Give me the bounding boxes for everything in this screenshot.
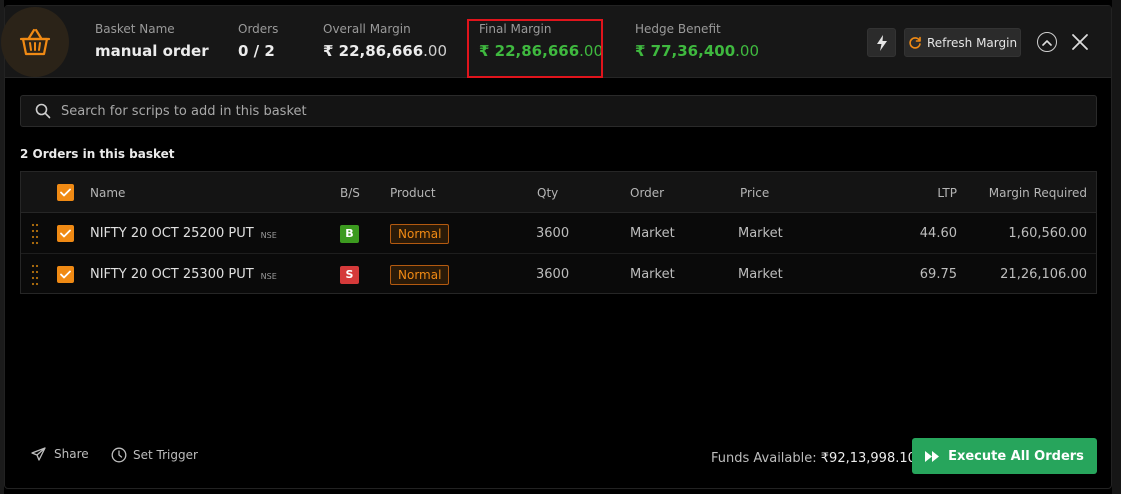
overall-margin-int: 22,86,666: [338, 42, 424, 60]
exchange-label: NSE: [260, 230, 277, 240]
set-trigger-button[interactable]: Set Trigger: [111, 447, 198, 463]
row-margin-required: 21,26,106.00: [1000, 267, 1087, 282]
overall-margin-group: Overall Margin ₹ 22,86,666.00: [323, 22, 447, 60]
hedge-benefit-value: ₹ 77,36,400.00: [635, 42, 759, 60]
share-icon: [31, 447, 46, 461]
row-product-cell[interactable]: Normal: [390, 254, 450, 295]
hedge-benefit-dec: .00: [735, 42, 759, 60]
funds-value: 92,13,998.10: [829, 451, 916, 466]
quick-execute-button[interactable]: [867, 28, 896, 57]
basket-name-value: manual order: [95, 42, 209, 60]
play-forward-icon: [925, 450, 940, 462]
background-edge-right: [1112, 0, 1121, 494]
scrip-search-box[interactable]: [20, 95, 1097, 127]
orders-group: Orders 0 / 2: [238, 22, 278, 60]
share-label: Share: [54, 447, 89, 461]
clock-icon: [111, 447, 127, 463]
overall-margin-dec: .00: [423, 42, 447, 60]
checkbox-icon: [57, 184, 74, 201]
basket-name-group: Basket Name manual order: [95, 22, 209, 60]
search-icon: [35, 103, 51, 119]
checkbox-icon: [57, 225, 74, 242]
funds-label: Funds Available:: [711, 451, 817, 466]
basket-name-label: Basket Name: [95, 22, 175, 36]
scrip-name: NIFTY 20 OCT 25300 PUT: [90, 267, 254, 282]
row-product-cell[interactable]: Normal: [390, 213, 450, 254]
execute-all-orders-button[interactable]: Execute All Orders: [912, 438, 1097, 474]
col-margin-required[interactable]: Margin Required: [957, 172, 1087, 213]
col-name[interactable]: Name: [90, 172, 125, 213]
row-bs-cell[interactable]: S: [340, 254, 359, 295]
col-ltp[interactable]: LTP: [876, 172, 957, 213]
col-order[interactable]: Order: [630, 172, 664, 213]
row-order-type[interactable]: Market: [630, 213, 675, 254]
share-button[interactable]: Share: [31, 447, 89, 461]
overall-margin-label: Overall Margin: [323, 22, 411, 36]
row-qty[interactable]: 3600: [536, 254, 569, 295]
collapse-up-icon: [1042, 39, 1052, 46]
row-name-cell: NIFTY 20 OCT 25200 PUT NSE: [90, 213, 277, 254]
orders-label: Orders: [238, 22, 279, 36]
refresh-margin-label: Refresh Margin: [926, 35, 1018, 50]
row-margin-required: 1,60,560.00: [1008, 226, 1087, 241]
hedge-benefit-group: Hedge Benefit ₹ 77,36,400.00: [635, 22, 759, 60]
row-ltp: 69.75: [919, 267, 957, 282]
drag-grip-icon[interactable]: [31, 223, 39, 245]
orders-count-text: 2 Orders in this basket: [20, 147, 175, 161]
execute-all-orders-label: Execute All Orders: [948, 448, 1084, 464]
select-all-checkbox[interactable]: [57, 172, 74, 213]
set-trigger-label: Set Trigger: [133, 448, 198, 462]
currency-symbol: ₹: [635, 42, 646, 60]
product-badge[interactable]: Normal: [390, 223, 450, 244]
buy-badge[interactable]: B: [340, 224, 359, 243]
overall-margin-value: ₹ 22,86,666.00: [323, 42, 447, 60]
col-price[interactable]: Price: [740, 172, 769, 213]
table-row[interactable]: NIFTY 20 OCT 25200 PUT NSE B Normal 3600…: [21, 213, 1096, 254]
hedge-benefit-label: Hedge Benefit: [635, 22, 721, 36]
drag-grip-icon[interactable]: [31, 264, 39, 286]
funds-available: Funds Available: ₹92,13,998.10: [711, 451, 916, 466]
row-bs-cell[interactable]: B: [340, 213, 359, 254]
lightning-icon: [876, 34, 887, 51]
close-button[interactable]: [1071, 33, 1089, 51]
basket-header: Basket Name manual order Orders 0 / 2 Ov…: [1, 6, 1111, 78]
product-badge[interactable]: Normal: [390, 264, 450, 285]
col-bs[interactable]: B/S: [340, 172, 360, 213]
row-price[interactable]: Market: [738, 254, 783, 295]
row-price[interactable]: Market: [738, 213, 783, 254]
scrip-name: NIFTY 20 OCT 25200 PUT: [90, 226, 254, 241]
sell-badge[interactable]: S: [340, 265, 359, 284]
orders-value: 0 / 2: [238, 42, 275, 60]
refresh-margin-button[interactable]: Refresh Margin: [904, 28, 1021, 57]
scrip-search-input[interactable]: [61, 103, 961, 119]
row-order-type[interactable]: Market: [630, 254, 675, 295]
basket-icon: [1, 7, 69, 77]
table-header-row: Name B/S Product Qty Order Price LTP Mar…: [21, 172, 1096, 213]
collapse-button[interactable]: [1037, 32, 1057, 52]
orders-table: Name B/S Product Qty Order Price LTP Mar…: [20, 171, 1097, 294]
final-margin-highlight: [467, 19, 603, 78]
row-checkbox[interactable]: [57, 254, 74, 295]
exchange-label: NSE: [260, 271, 277, 281]
close-icon: [1072, 34, 1088, 50]
table-row[interactable]: NIFTY 20 OCT 25300 PUT NSE S Normal 3600…: [21, 254, 1096, 295]
row-checkbox[interactable]: [57, 213, 74, 254]
row-qty[interactable]: 3600: [536, 213, 569, 254]
checkbox-icon: [57, 266, 74, 283]
col-product[interactable]: Product: [390, 172, 436, 213]
currency-symbol: ₹: [820, 451, 830, 466]
currency-symbol: ₹: [323, 42, 334, 60]
row-name-cell: NIFTY 20 OCT 25300 PUT NSE: [90, 254, 277, 295]
basket-modal: Basket Name manual order Orders 0 / 2 Ov…: [1, 5, 1112, 489]
refresh-icon: [909, 36, 921, 49]
hedge-benefit-int: 77,36,400: [650, 42, 736, 60]
col-qty[interactable]: Qty: [537, 172, 558, 213]
row-ltp: 44.60: [919, 226, 957, 241]
